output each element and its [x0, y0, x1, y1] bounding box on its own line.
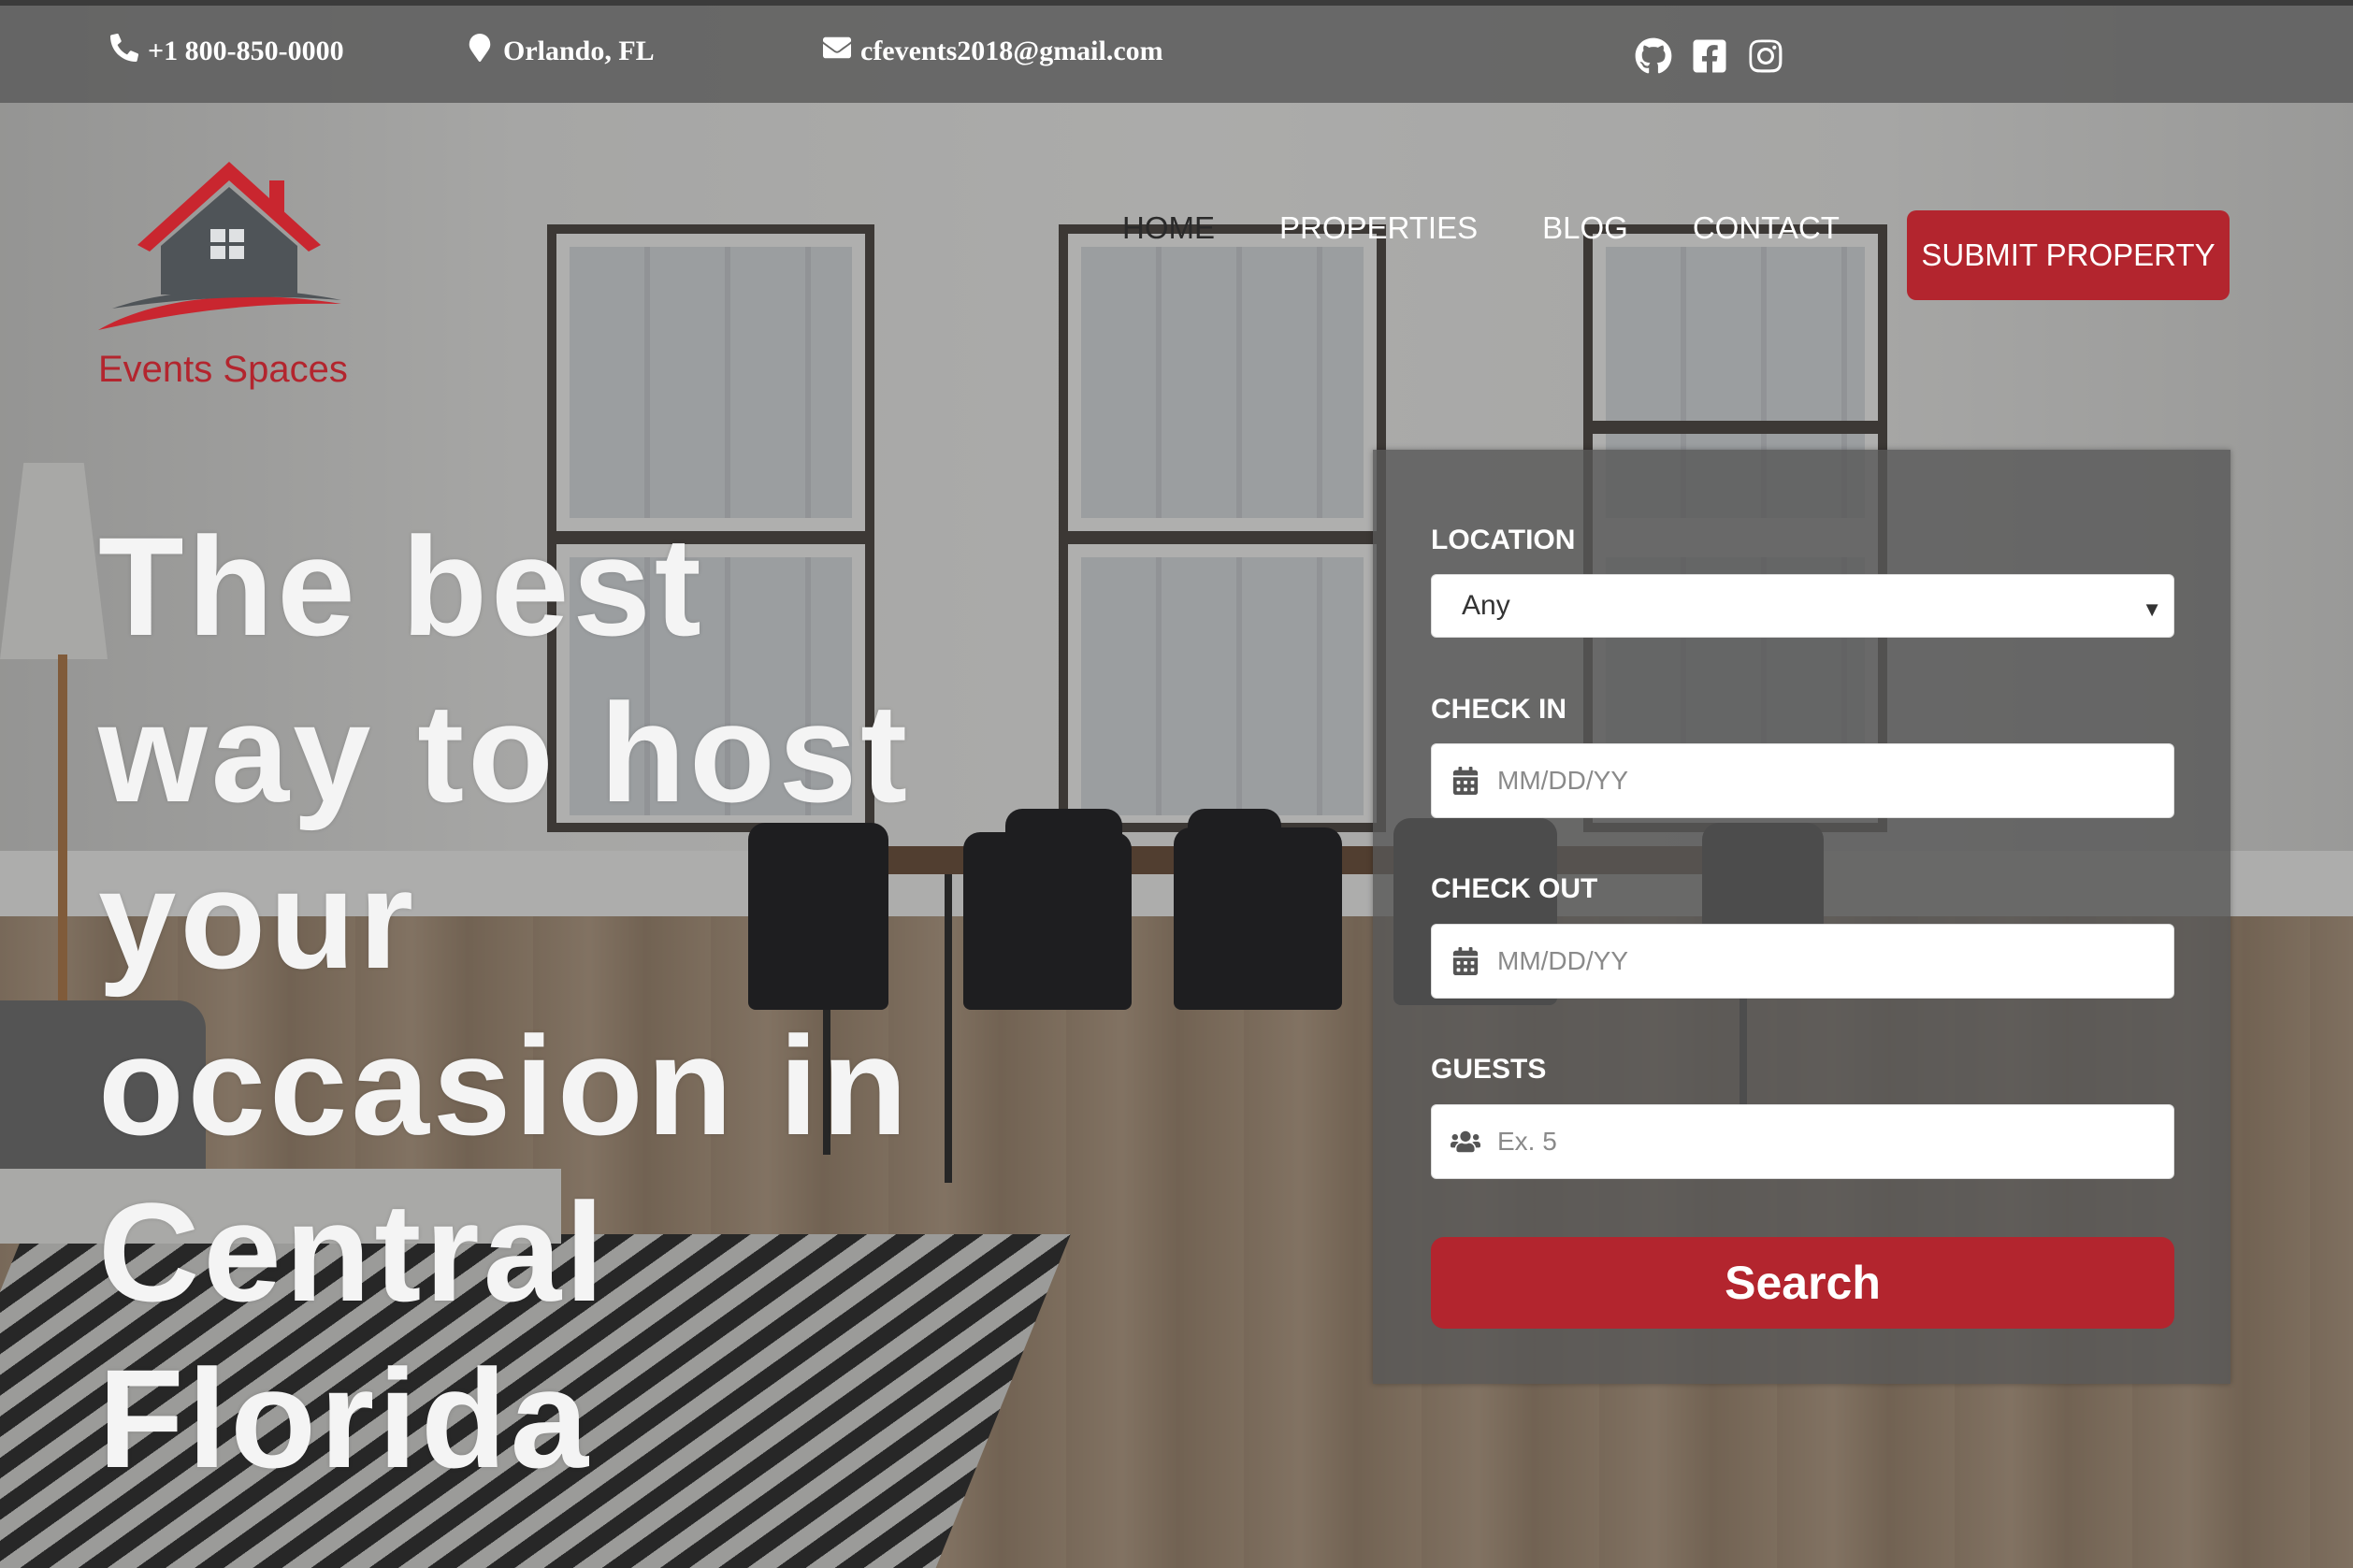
check-out-placeholder: MM/DD/YY [1497, 946, 1628, 975]
location-text: Orlando, FL [503, 36, 655, 66]
hero-line: The best [98, 508, 705, 665]
hero-headline: The best way to host your occasion in Ce… [98, 503, 1090, 1502]
check-in-label: CHECK IN [1431, 694, 1567, 725]
github-icon[interactable] [1635, 37, 1672, 79]
guests-placeholder: Ex. 5 [1497, 1127, 1557, 1156]
hero-line: occasion in [98, 1007, 912, 1164]
check-in-placeholder: MM/DD/YY [1497, 766, 1628, 795]
nav-blog[interactable]: BLOG [1542, 210, 1628, 246]
dropdown-caret-icon: ▼ [2142, 597, 2162, 621]
brand-name: Events Spaces [98, 349, 348, 390]
calendar-icon [1451, 767, 1482, 795]
submit-property-button[interactable]: SUBMIT PROPERTY [1907, 210, 2230, 300]
map-marker-icon [466, 34, 494, 69]
check-in-field[interactable]: MM/DD/YY [1431, 743, 2174, 818]
hero-line: way to host [98, 674, 912, 831]
check-out-label: CHECK OUT [1431, 873, 1598, 904]
email-address: cfevents2018@gmail.com [860, 36, 1163, 66]
guests-field[interactable]: Ex. 5 [1431, 1104, 2174, 1179]
search-panel: LOCATION Any ▼ CHECK IN MM/DD/YY CHECK O… [1373, 450, 2230, 1384]
users-icon [1451, 1128, 1482, 1156]
nav-properties[interactable]: PROPERTIES [1279, 210, 1478, 246]
top-contact-bar: +1 800-850-0000 Orlando, FL cfevents2018… [0, 0, 2353, 103]
location-label: LOCATION [1431, 525, 1576, 555]
nav-contact[interactable]: CONTACT [1693, 210, 1840, 246]
social-links [1635, 37, 1784, 79]
phone-contact[interactable]: +1 800-850-0000 [109, 33, 344, 69]
hero-line: your [98, 841, 418, 998]
email-contact[interactable]: cfevents2018@gmail.com [823, 34, 1163, 69]
facebook-icon[interactable] [1691, 37, 1728, 79]
hero-line: Central [98, 1173, 608, 1331]
guests-label: GUESTS [1431, 1054, 1547, 1085]
search-button[interactable]: Search [1431, 1237, 2174, 1329]
main-nav: HOME PROPERTIES BLOG CONTACT [1122, 210, 1905, 246]
hero-line: Florida [98, 1340, 593, 1497]
location-select[interactable]: Any ▼ [1431, 574, 2174, 638]
instagram-icon[interactable] [1747, 37, 1784, 79]
location-selected-value: Any [1462, 590, 1510, 621]
phone-icon [109, 33, 139, 69]
check-out-field[interactable]: MM/DD/YY [1431, 924, 2174, 999]
nav-home[interactable]: HOME [1122, 210, 1215, 246]
phone-number: +1 800-850-0000 [148, 36, 344, 66]
calendar-icon [1451, 947, 1482, 975]
house-logo-icon [98, 162, 341, 330]
envelope-icon [823, 34, 851, 69]
location-contact: Orlando, FL [466, 34, 655, 69]
